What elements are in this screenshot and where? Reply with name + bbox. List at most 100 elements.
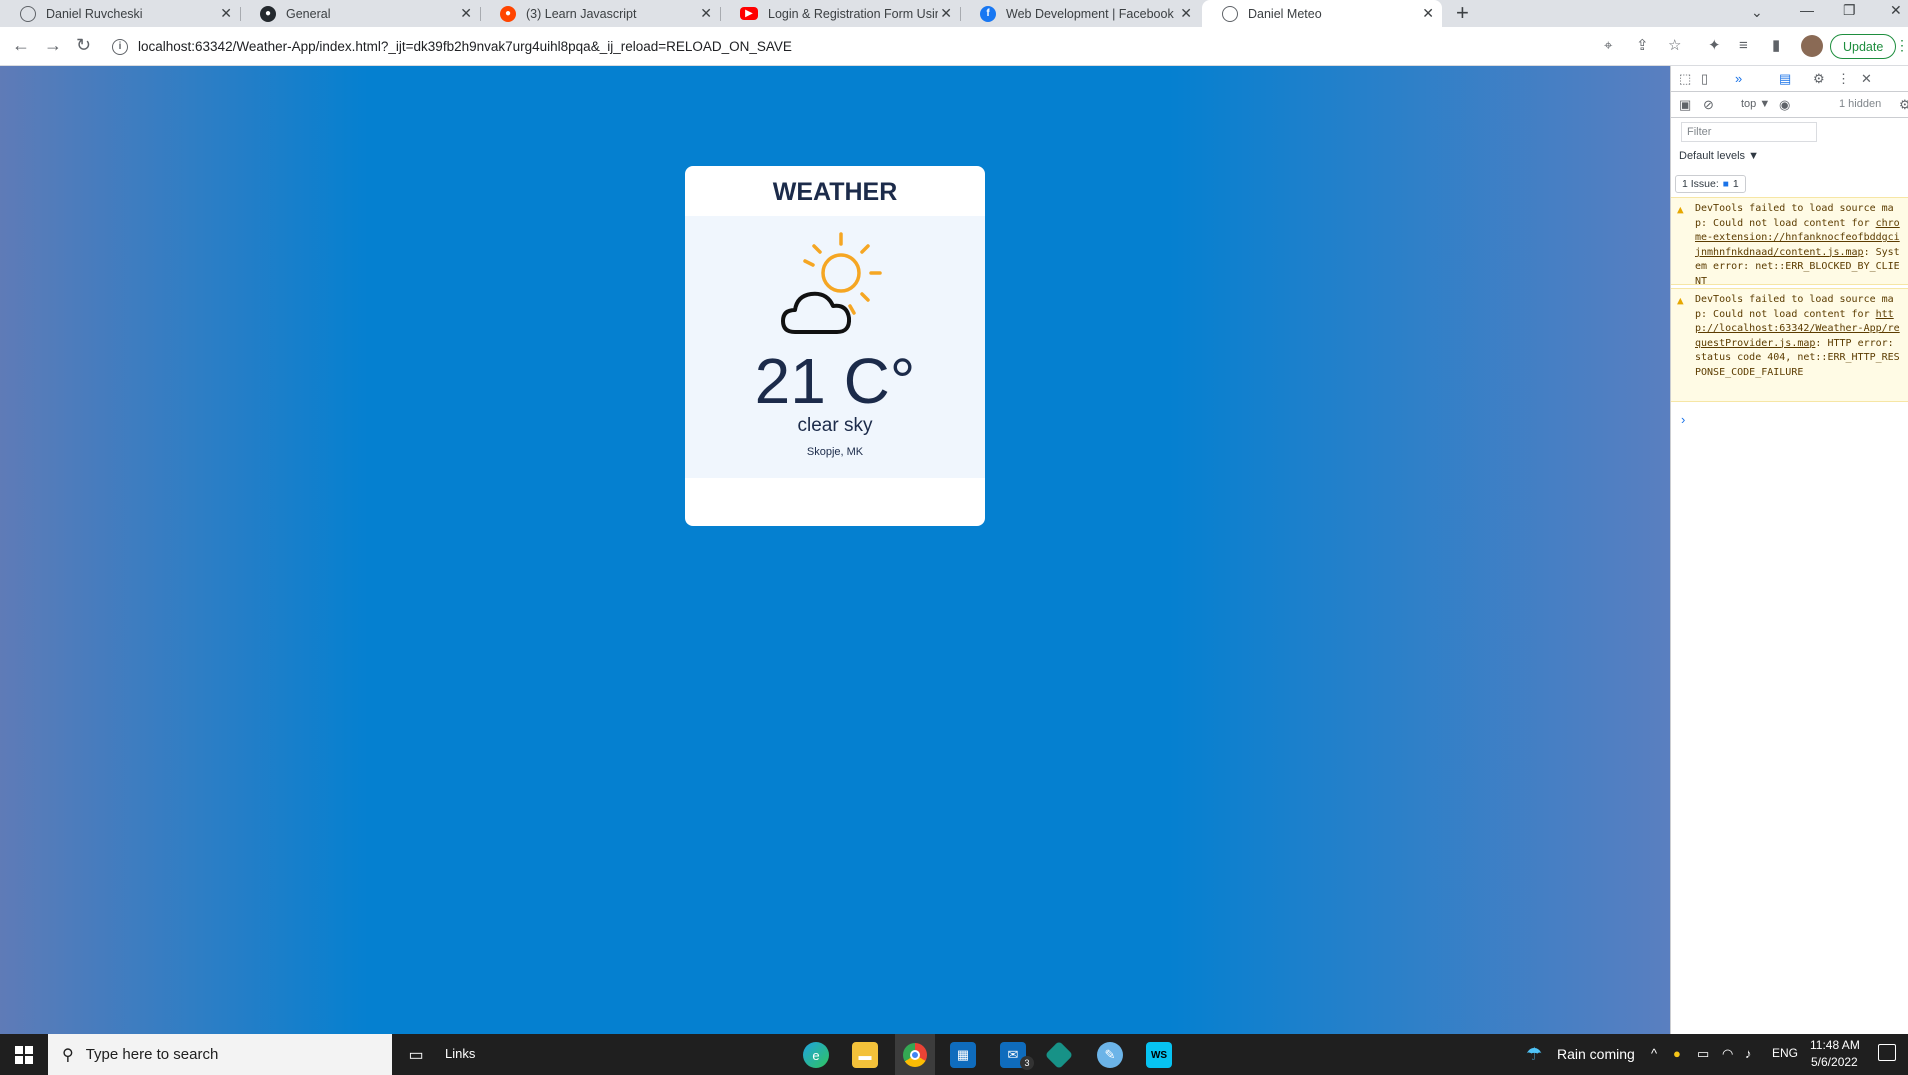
task-view-icon[interactable]: ▭ — [403, 1042, 429, 1068]
reading-list-icon[interactable]: ≡ — [1739, 37, 1748, 55]
sidebar-toggle-icon[interactable]: ▣ — [1679, 97, 1691, 112]
youtube-icon: ▶ — [740, 7, 758, 20]
issues-count: 1 — [1732, 178, 1739, 190]
webstorm-icon[interactable]: WS — [1146, 1042, 1172, 1068]
location-icon[interactable]: ⌖ — [1604, 37, 1612, 55]
url-text[interactable]: localhost:63342/Weather-App/index.html?_… — [138, 39, 792, 54]
search-placeholder: Type here to search — [85, 1046, 219, 1063]
search-icon: ⚲ — [62, 1046, 74, 1064]
context-label: top — [1741, 98, 1757, 110]
update-button[interactable]: Update — [1830, 34, 1897, 59]
language-indicator[interactable]: ENG — [1772, 1046, 1798, 1060]
tab-general[interactable]: ● General ✕ — [240, 0, 480, 27]
restore-button[interactable]: ❐ — [1843, 0, 1856, 20]
edge-icon[interactable]: e — [803, 1042, 829, 1068]
minimize-button[interactable]: — — [1800, 0, 1814, 20]
forward-icon[interactable]: → — [44, 35, 62, 55]
temperature-value: 21 C° — [754, 345, 916, 417]
warning-icon: ▲ — [1677, 294, 1684, 307]
file-explorer-icon[interactable]: ▬ — [852, 1042, 878, 1068]
extensions-icon[interactable]: ✦ — [1708, 37, 1721, 55]
bookmark-star-icon[interactable]: ☆ — [1668, 37, 1681, 55]
tab-search-icon[interactable]: ⌄ — [1751, 2, 1763, 22]
share-icon[interactable]: ⇪ — [1636, 37, 1649, 55]
devtools-tabbar: ⬚ ▯ » ▤ ⚙ ⋮ ✕ — [1671, 66, 1908, 92]
weather-description: clear sky — [797, 415, 873, 436]
links-toolbar[interactable]: Links — [445, 1046, 475, 1061]
inspect-element-icon[interactable]: ⬚ — [1679, 71, 1691, 86]
chrome-icon[interactable] — [895, 1034, 935, 1075]
mail-badge: 3 — [1020, 1056, 1034, 1070]
close-devtools-icon[interactable]: ✕ — [1861, 71, 1872, 86]
paint-icon[interactable]: ✎ — [1097, 1042, 1123, 1068]
notification-center-icon[interactable] — [1878, 1044, 1896, 1061]
close-tab-icon[interactable]: ✕ — [1180, 6, 1192, 20]
globe-icon — [20, 5, 36, 22]
clock-time[interactable]: 11:48 AM — [1810, 1038, 1860, 1052]
tab-web-development-facebook[interactable]: f Web Development | Facebook ✕ — [960, 0, 1200, 27]
reddit-icon: ● — [500, 5, 516, 22]
wifi-icon[interactable]: ◠ — [1722, 1046, 1733, 1062]
tab-daniel-ruvcheski[interactable]: Daniel Ruvcheski ✕ — [0, 0, 240, 27]
weather-tray-icon[interactable]: ☂ — [1526, 1044, 1542, 1065]
tab-title: General — [286, 6, 331, 21]
tab-learn-javascript[interactable]: ● (3) Learn Javascript ✕ — [480, 0, 720, 27]
console-toolbar: ▣ ⊘ top ▼ ◉ 1 hidden ⚙ — [1671, 92, 1908, 118]
tab-title: Web Development | Facebook — [1006, 6, 1174, 21]
close-tab-icon[interactable]: ✕ — [700, 6, 712, 20]
tab-title: Daniel Ruvcheski — [46, 6, 143, 21]
browser-tab-strip: Daniel Ruvcheski ✕ ● General ✕ ● (3) Lea… — [0, 0, 1908, 27]
volume-icon[interactable]: ♪ — [1745, 1046, 1752, 1061]
side-panel-icon[interactable]: ▮ — [1772, 37, 1780, 55]
weather-tray-status[interactable]: Rain coming — [1557, 1046, 1635, 1062]
hidden-count: 1 hidden — [1839, 98, 1882, 110]
weather-panel: 21 C° clear sky Skopje, MK — [685, 216, 985, 478]
security-icon[interactable]: ● — [1673, 1046, 1681, 1061]
devtools-menu-icon[interactable]: ⋮ — [1837, 71, 1850, 86]
browser-menu-icon[interactable]: ⋮ — [1895, 37, 1908, 54]
battery-icon[interactable]: ▭ — [1697, 1046, 1709, 1062]
git-kraken-icon[interactable] — [1044, 1040, 1074, 1070]
issue-chat-icon: ■ — [1722, 178, 1729, 190]
log-levels-dropdown[interactable]: Default levels ▼ — [1679, 150, 1759, 162]
warning-icon: ▲ — [1677, 203, 1684, 216]
console-prompt-icon[interactable]: › — [1681, 412, 1685, 427]
settings-gear-icon[interactable]: ⚙ — [1813, 71, 1825, 86]
weather-location: Skopje, MK — [806, 446, 864, 458]
page-viewport: WEATHER 21 C° clear sky Skopje, MK — [0, 66, 1670, 1034]
clock-date[interactable]: 5/6/2022 — [1811, 1055, 1858, 1069]
github-icon: ● — [260, 5, 276, 22]
close-tab-icon[interactable]: ✕ — [1422, 6, 1434, 20]
messages-icon[interactable]: ▤ — [1779, 71, 1791, 86]
profile-avatar[interactable] — [1801, 35, 1823, 57]
close-window-button[interactable]: ✕ — [1890, 0, 1902, 20]
site-info-icon[interactable]: i — [112, 38, 128, 55]
live-expression-eye-icon[interactable]: ◉ — [1779, 97, 1790, 112]
tab-login-registration[interactable]: ▶ Login & Registration Form Using ✕ — [720, 0, 960, 27]
close-tab-icon[interactable]: ✕ — [460, 6, 472, 20]
tab-title: (3) Learn Javascript — [526, 6, 637, 21]
taskbar-search-input[interactable]: ⚲ Type here to search — [48, 1034, 392, 1075]
more-tabs-icon[interactable]: » — [1735, 71, 1742, 86]
close-tab-icon[interactable]: ✕ — [220, 6, 232, 20]
back-icon[interactable]: ← — [12, 35, 30, 55]
console-settings-icon[interactable]: ⚙ — [1899, 97, 1908, 112]
reload-icon[interactable]: ↻ — [76, 35, 91, 55]
close-tab-icon[interactable]: ✕ — [940, 6, 952, 20]
issues-label: 1 Issue: — [1682, 178, 1719, 190]
devtools-panel: ⬚ ▯ » ▤ ⚙ ⋮ ✕ ▣ ⊘ top ▼ ◉ 1 hidden ⚙ Fil… — [1670, 66, 1908, 1034]
console-filter-input[interactable]: Filter — [1681, 122, 1817, 142]
console-warning: ▲ DevTools failed to load source map: Co… — [1671, 288, 1908, 402]
context-select[interactable]: top ▼ — [1741, 97, 1770, 112]
new-tab-button[interactable]: + — [1456, 2, 1469, 24]
tab-title: Daniel Meteo — [1248, 6, 1322, 21]
microsoft-store-icon[interactable]: ▦ — [950, 1042, 976, 1068]
show-hidden-icons[interactable]: ^ — [1651, 1046, 1657, 1061]
windows-start-icon[interactable] — [0, 1034, 48, 1075]
tab-daniel-meteo[interactable]: Daniel Meteo ✕ — [1202, 0, 1442, 27]
address-bar[interactable]: i localhost:63342/Weather-App/index.html… — [112, 31, 1612, 62]
issues-badge[interactable]: 1 Issue: ■ 1 — [1675, 175, 1746, 193]
clear-console-icon[interactable]: ⊘ — [1703, 97, 1714, 112]
device-toolbar-icon[interactable]: ▯ — [1701, 71, 1708, 86]
warning-text: DevTools failed to load source map: Coul… — [1695, 294, 1894, 320]
